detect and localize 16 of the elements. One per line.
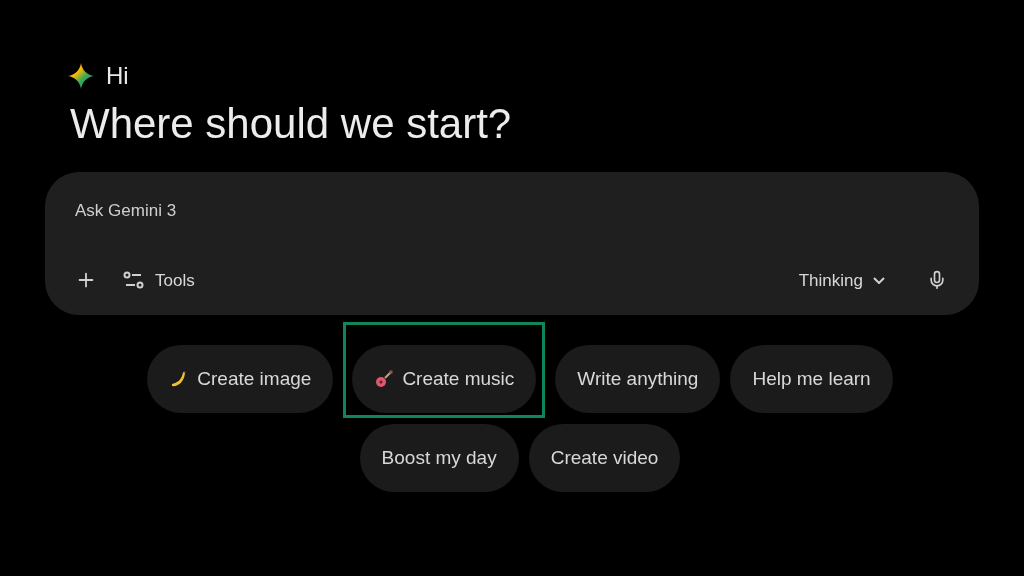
chevron-down-icon [873, 276, 885, 284]
sparkle-icon [68, 63, 94, 89]
suggestion-chip[interactable]: Write anything [555, 345, 721, 413]
mode-dropdown[interactable]: Thinking [798, 267, 885, 293]
microphone-icon[interactable] [927, 270, 947, 291]
prompt-input[interactable]: Ask Gemini 3 [75, 198, 949, 224]
sliders-icon [123, 271, 145, 290]
tools-button[interactable]: Tools [123, 267, 195, 293]
guitar-icon [374, 369, 395, 389]
suggestion-chip[interactable]: Create image [147, 345, 334, 413]
suggestion-chip[interactable]: Create music [352, 345, 537, 413]
suggestion-chip[interactable]: Help me learn [730, 345, 893, 413]
heading: Where should we start? [69, 99, 513, 149]
suggestion-chip[interactable]: Boost my day [359, 424, 519, 492]
greeting: Hi [106, 61, 129, 91]
suggestion-chip[interactable]: Create video [528, 424, 681, 492]
